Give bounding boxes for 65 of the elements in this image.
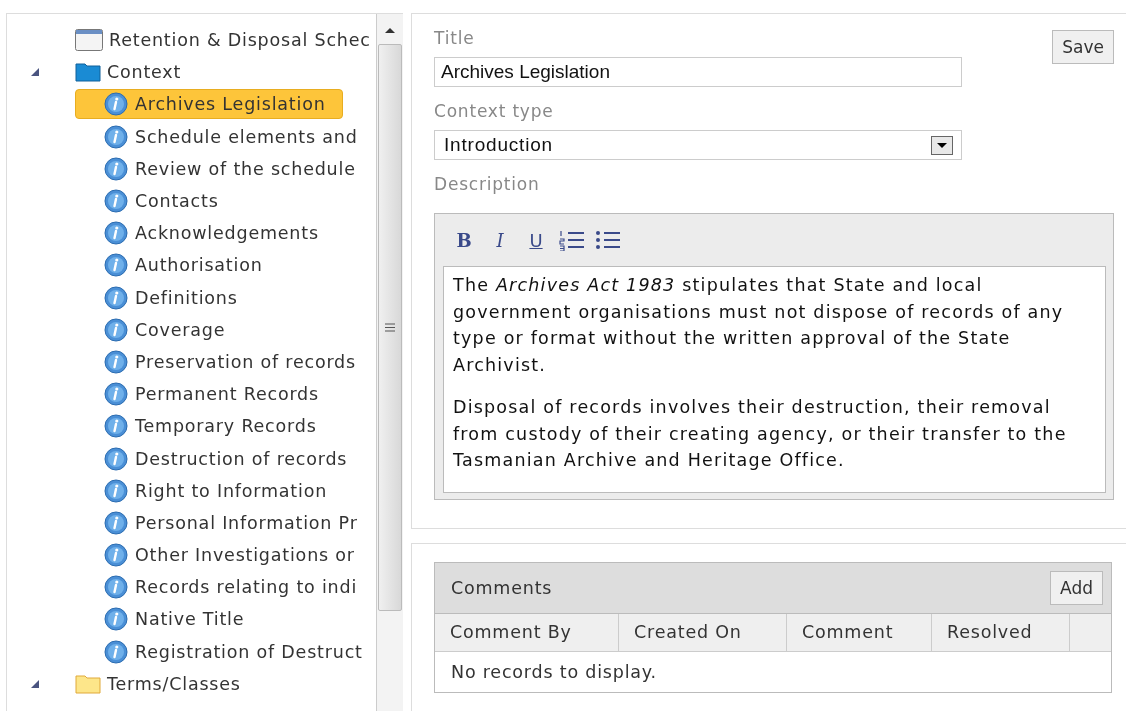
tree-item[interactable]: Schedule elements and [75,121,367,152]
field-label: Description [434,174,541,194]
tree-item[interactable]: Retention & Disposal Schec [109,30,371,51]
tree-item[interactable]: Temporary Records [75,411,326,442]
info-icon [104,446,128,471]
tree-item[interactable]: Other Investigations or [75,540,364,571]
info-icon [104,382,128,407]
tree-item[interactable]: Definitions [75,282,247,313]
info-icon [104,124,128,149]
expand-arrow-icon[interactable] [29,66,41,79]
tree-item[interactable]: Right to Information [75,475,337,506]
info-icon [104,317,128,342]
info-icon [104,639,128,664]
description-paragraph: The Archives Act 1983 stipulates that State and local government organisations must not dispose of records of any type or format without the written approval of the State Archivist. [453,274,1065,377]
empty-message: No records to display. [451,661,657,682]
info-icon [104,510,128,535]
column-header[interactable]: Comment [787,613,932,651]
grid-title: Comments [451,577,553,598]
tree-item[interactable]: Acknowledgements [75,218,328,249]
info-icon [104,189,128,214]
folder-icon [75,62,101,83]
info-icon [104,92,128,117]
tree-item[interactable]: Context [107,62,182,83]
info-icon [104,575,128,600]
tree-item[interactable]: Review of the schedule [75,153,365,184]
context-type-dropdown[interactable]: Introduction [434,130,962,160]
tree-item[interactable]: Personal Information Pr [75,507,367,538]
info-icon [104,607,128,632]
info-icon [104,543,128,568]
tree-item[interactable]: Records relating to indi [75,572,367,603]
tree-item[interactable]: Archives Legislation [75,89,343,120]
scroll-up-icon[interactable] [384,26,396,34]
save-button[interactable]: Save [1052,30,1114,64]
tree-item[interactable]: Permanent Records [75,379,328,410]
tree-item[interactable]: Contacts [75,186,228,217]
tree-item[interactable]: Authorisation [75,250,272,281]
info-icon [104,349,128,374]
scrollbar[interactable] [376,14,403,711]
title-field[interactable]: Archives Legislation [434,57,962,87]
tree-item[interactable]: Registration of Destruct [75,636,372,667]
info-icon [104,253,128,278]
column-header[interactable]: Resolved [932,613,1070,651]
info-icon [104,156,128,181]
add-button[interactable]: Add [1050,570,1103,605]
editor-content-area[interactable] [443,266,1106,493]
tree-item[interactable]: Coverage [75,314,235,345]
tree-item[interactable]: Destruction of records [75,443,357,474]
folder-icon [75,673,101,694]
grip-icon [385,323,395,332]
column-header[interactable]: Created On [619,613,787,651]
column-header[interactable]: Comment By [435,613,619,651]
info-icon [104,478,128,503]
info-icon [104,285,128,310]
info-icon [104,414,128,439]
field-label: Title [434,28,476,48]
window-icon [75,29,103,52]
numbered-list-icon[interactable] [559,229,585,251]
field-label: Context type [434,101,555,121]
bullet-list-icon[interactable] [595,229,621,251]
description-paragraph: Disposal of records involves their destruction, their removal from custody of their creating agency, or their transfer to the Tasmanian Archive and Heritage Office. [453,396,1068,472]
tree-item[interactable]: Native Title [75,604,254,635]
tree-item[interactable]: Preservation of records [75,346,365,377]
info-icon [104,221,128,246]
tree-item[interactable]: Terms/Classes [107,673,241,694]
scroll-thumb[interactable] [378,44,402,611]
